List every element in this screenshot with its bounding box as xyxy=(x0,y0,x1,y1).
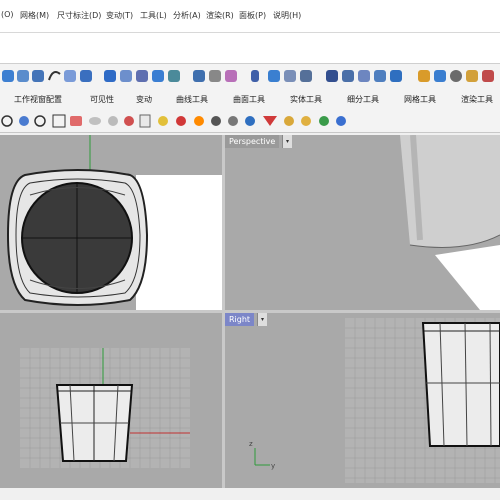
menu-item-analyze[interactable]: 分析(A) xyxy=(173,10,201,21)
rotate-icon[interactable] xyxy=(70,116,82,126)
menu-item-dimension[interactable]: 尺寸标注(D) xyxy=(57,10,101,21)
edit-icon[interactable] xyxy=(300,70,312,82)
ground-plane xyxy=(435,245,500,310)
menu-item-mesh[interactable]: 网格(M) xyxy=(20,10,49,21)
bulb-icon[interactable] xyxy=(158,116,168,126)
plugin-icon[interactable] xyxy=(434,70,446,82)
cone-icon[interactable] xyxy=(263,116,277,126)
menu-item-transform[interactable]: 变动(T) xyxy=(106,10,133,21)
viewport-menu-perspective[interactable]: ▾ xyxy=(282,135,292,148)
gear-icon[interactable] xyxy=(301,116,311,126)
viewport-label-perspective[interactable]: Perspective xyxy=(225,135,280,148)
menu-item-object[interactable]: (O) xyxy=(1,10,14,19)
tab-render-tools[interactable]: 渲染工具 xyxy=(461,94,493,105)
menu-item-panels[interactable]: 面板(P) xyxy=(239,10,266,21)
tools-icon[interactable] xyxy=(342,70,354,82)
loft-icon[interactable] xyxy=(17,70,29,82)
menu-item-help[interactable]: 说明(H) xyxy=(273,10,301,21)
options-icon[interactable] xyxy=(319,116,329,126)
cylinder-icon[interactable] xyxy=(120,70,132,82)
tab-viewport-layout[interactable]: 工作视窗配置 xyxy=(14,94,62,105)
layers-icon[interactable] xyxy=(374,70,386,82)
arctic-icon[interactable] xyxy=(245,116,255,126)
material-icon[interactable] xyxy=(418,70,430,82)
sphere-icon[interactable] xyxy=(450,70,462,82)
record-icon[interactable] xyxy=(124,116,134,126)
menu-item-render[interactable]: 渲染(R) xyxy=(206,10,234,21)
grid-view-icon[interactable] xyxy=(52,114,66,128)
solid-icon[interactable] xyxy=(284,70,296,82)
main-toolbar xyxy=(0,64,500,90)
paint-icon[interactable] xyxy=(466,70,478,82)
curve-icon[interactable] xyxy=(48,71,61,81)
viewport-splitter-horizontal[interactable] xyxy=(0,310,500,313)
help-icon[interactable] xyxy=(336,116,346,126)
tab-surface-tools[interactable]: 曲面工具 xyxy=(233,94,265,105)
display-icon[interactable] xyxy=(176,116,186,126)
page-icon[interactable] xyxy=(139,114,151,128)
view-toolbar xyxy=(0,110,500,133)
zoom-window-icon[interactable] xyxy=(34,115,46,127)
viewport-front[interactable] xyxy=(0,313,222,488)
status-bar xyxy=(0,488,500,500)
viewport-menu-right[interactable]: ▾ xyxy=(257,313,267,326)
toolbar-tabs: 工作视窗配置 可见性 变动 曲线工具 曲面工具 实体工具 细分工具 网格工具 渲… xyxy=(0,90,500,110)
axis-label-y: y xyxy=(271,462,275,470)
qr-icon[interactable] xyxy=(326,70,338,82)
command-area[interactable] xyxy=(0,33,500,64)
tab-solid-tools[interactable]: 实体工具 xyxy=(290,94,322,105)
tab-mesh-tools[interactable]: 网格工具 xyxy=(404,94,436,105)
extrude-icon[interactable] xyxy=(80,70,92,82)
tab-curve-tools[interactable]: 曲线工具 xyxy=(176,94,208,105)
viewport-label-right[interactable]: Right xyxy=(225,313,255,326)
ghost-icon[interactable] xyxy=(108,116,118,126)
select-icon[interactable] xyxy=(225,70,237,82)
revolve-icon[interactable] xyxy=(64,70,76,82)
tab-subd-tools[interactable]: 细分工具 xyxy=(347,94,379,105)
menu-bar: (O) 网格(M) 尺寸标注(D) 变动(T) 工具(L) 分析(A) 渲染(R… xyxy=(0,0,500,33)
top-view-canvas[interactable] xyxy=(0,135,222,310)
brush-icon[interactable] xyxy=(482,70,494,82)
view-toolbar-icons[interactable] xyxy=(0,110,500,132)
menu-item-tools[interactable]: 工具(L) xyxy=(140,10,167,21)
viewport-top[interactable] xyxy=(0,135,222,310)
perspective-canvas[interactable] xyxy=(225,135,500,310)
eye-icon[interactable] xyxy=(89,117,101,125)
surface-icon[interactable] xyxy=(2,70,14,82)
boolean-icon[interactable] xyxy=(251,70,259,82)
box-icon[interactable] xyxy=(104,70,116,82)
tab-transform[interactable]: 变动 xyxy=(136,94,152,105)
link-icon[interactable] xyxy=(358,70,370,82)
rendered-icon[interactable] xyxy=(228,116,238,126)
sweep-icon[interactable] xyxy=(32,70,44,82)
dots-icon[interactable] xyxy=(390,70,402,82)
pan-icon[interactable] xyxy=(19,116,29,126)
toolbar-icons[interactable] xyxy=(0,64,500,90)
color-wheel-icon[interactable] xyxy=(194,116,204,126)
dimension-icon[interactable] xyxy=(268,70,280,82)
shaded-icon[interactable] xyxy=(211,116,221,126)
front-view-canvas[interactable] xyxy=(0,313,222,488)
viewport-right[interactable]: z y Right ▾ xyxy=(225,313,500,488)
axis-indicator xyxy=(254,448,270,466)
right-view-canvas[interactable]: z y xyxy=(225,313,500,488)
mesh-icon[interactable] xyxy=(152,70,164,82)
grid-icon[interactable] xyxy=(136,70,148,82)
film-icon[interactable] xyxy=(193,70,205,82)
grid-box-icon[interactable] xyxy=(209,70,221,82)
axis-label-z: z xyxy=(249,440,253,448)
tab-visibility[interactable]: 可见性 xyxy=(90,94,114,105)
toolbar-icon-group[interactable] xyxy=(2,70,494,82)
cup-right xyxy=(421,322,500,447)
sun-icon[interactable] xyxy=(284,116,294,126)
zoom-icon[interactable] xyxy=(1,115,13,127)
white-plane xyxy=(136,175,222,310)
array-icon[interactable] xyxy=(168,70,180,82)
viewport-perspective[interactable]: Perspective ▾ xyxy=(225,135,500,310)
